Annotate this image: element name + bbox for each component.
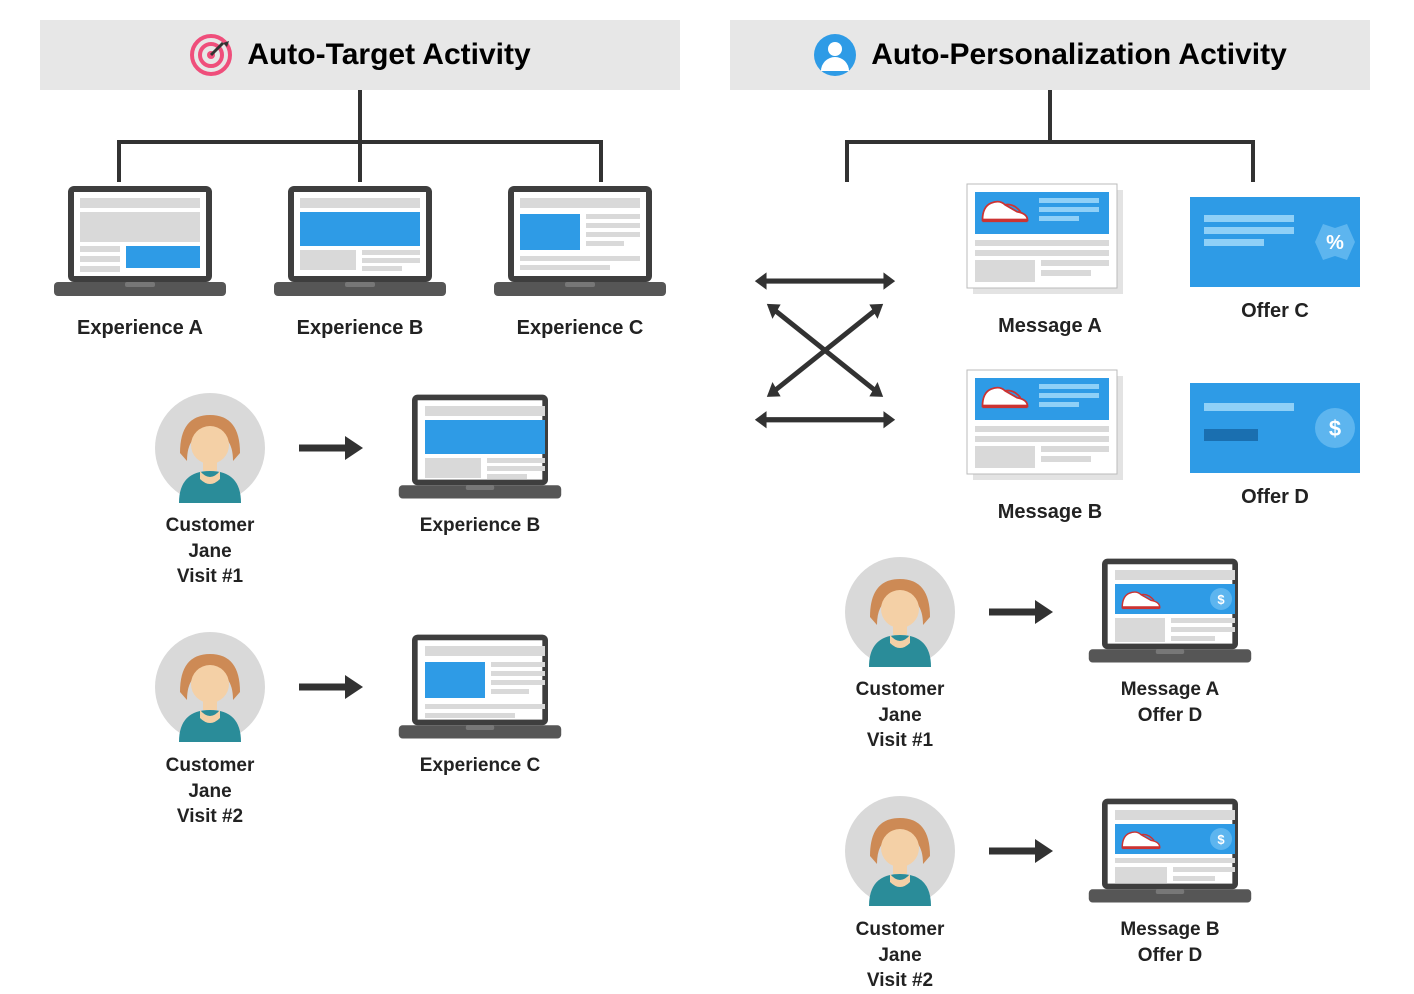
customer-visit-1: Customer Jane Visit #1 Experience B	[155, 390, 565, 590]
customer-result-offer: Offer D	[1085, 943, 1255, 969]
auto-target-customers: Customer Jane Visit #1 Experience B Cust…	[40, 390, 680, 830]
experience-a-label: Experience A	[40, 317, 240, 340]
laptop-icon	[490, 182, 670, 302]
customer-visit: Visit #2	[845, 968, 955, 994]
laptop-icon	[1085, 554, 1255, 669]
laptop-icon	[395, 630, 565, 745]
message-card-icon	[965, 368, 1135, 488]
arrow-icon	[985, 597, 1055, 627]
experience-c: Experience C	[480, 182, 680, 340]
laptop-icon	[395, 390, 565, 505]
offer-d-label: Offer D	[1180, 486, 1370, 509]
customer-visit-2: Customer Jane Visit #2 Experience C	[155, 630, 565, 830]
customer-result-msg: Message B	[1085, 917, 1255, 943]
message-a-label: Message A	[920, 315, 1180, 338]
laptop-icon	[50, 182, 230, 302]
connector-branch	[40, 140, 680, 182]
message-b-label: Message B	[920, 501, 1180, 524]
arrow-icon	[985, 836, 1055, 866]
auto-personalization-title: Auto-Personalization Activity	[871, 38, 1287, 72]
customer-visit-1: Customer Jane Visit #1 Message A Offer D	[845, 554, 1255, 754]
avatar-icon	[155, 393, 265, 503]
experience-a: Experience A	[40, 182, 240, 340]
customer-result-offer: Offer D	[1085, 703, 1255, 729]
avatar-icon	[845, 557, 955, 667]
connector-stub	[730, 90, 1370, 140]
offer-c: Offer C	[1180, 197, 1370, 323]
avatar-icon	[155, 632, 265, 742]
laptop-icon	[1085, 794, 1255, 909]
experiences-row: Experience A Experience B Experience C	[40, 182, 680, 340]
double-arrow-icon	[730, 223, 920, 483]
auto-target-title: Auto-Target Activity	[247, 38, 530, 72]
customer-result-msg: Message A	[1085, 677, 1255, 703]
customer-result: Experience B	[395, 513, 565, 590]
customer-name: Customer Jane	[155, 513, 265, 564]
experience-b: Experience B	[260, 182, 460, 340]
laptop-icon	[270, 182, 450, 302]
message-card-icon	[965, 182, 1135, 302]
message-a: Message A	[920, 182, 1180, 338]
offer-card-icon	[1190, 197, 1360, 287]
offer-d: Offer D	[1180, 383, 1370, 509]
experience-b-label: Experience B	[260, 317, 460, 340]
customer-name: Customer Jane	[155, 753, 265, 804]
customer-name: Customer Jane	[845, 917, 955, 968]
arrow-icon	[295, 433, 365, 463]
cross-arrows	[730, 223, 920, 483]
customer-result: Experience C	[395, 753, 565, 830]
connector-branch	[730, 140, 1370, 182]
person-icon	[813, 33, 857, 77]
customer-visit: Visit #2	[155, 804, 265, 830]
customer-visit: Visit #1	[155, 564, 265, 590]
arrow-icon	[295, 672, 365, 702]
messages-offers-grid: Message A Offer C Message B Offer D	[730, 182, 1370, 524]
offer-c-label: Offer C	[1180, 300, 1370, 323]
auto-target-header: Auto-Target Activity	[40, 20, 680, 90]
experience-c-label: Experience C	[480, 317, 680, 340]
customer-name: Customer Jane	[845, 677, 955, 728]
target-icon	[189, 33, 233, 77]
connector-stub	[40, 90, 680, 140]
customer-visit-2: Customer Jane Visit #2 Message B Offer D	[845, 794, 1255, 994]
message-b: Message B	[920, 368, 1180, 524]
auto-personalization-column: Auto-Personalization Activity Message A …	[730, 20, 1370, 994]
offer-card-icon	[1190, 383, 1360, 473]
customer-visit: Visit #1	[845, 728, 955, 754]
auto-personalization-header: Auto-Personalization Activity	[730, 20, 1370, 90]
avatar-icon	[845, 796, 955, 906]
auto-personalization-customers: Customer Jane Visit #1 Message A Offer D…	[730, 554, 1370, 994]
auto-target-column: Auto-Target Activity Experience A Experi…	[40, 20, 680, 830]
